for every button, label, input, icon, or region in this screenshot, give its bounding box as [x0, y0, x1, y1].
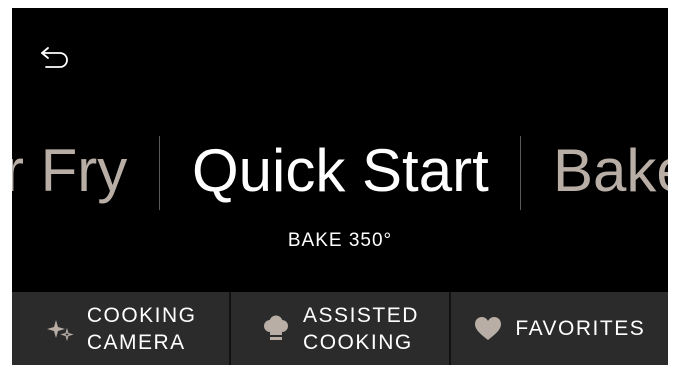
tab-assisted-cooking-label: ASSISTED COOKING	[303, 302, 419, 356]
back-arrow-icon	[41, 47, 68, 68]
tab-assisted-cooking[interactable]: ASSISTED COOKING	[231, 292, 451, 365]
tab-label-line1: ASSISTED	[303, 303, 419, 327]
tab-label-line1: FAVORITES	[515, 317, 646, 340]
mode-next[interactable]: Bake	[553, 136, 668, 206]
tab-favorites-label: FAVORITES	[515, 315, 645, 342]
sparkle-icon	[45, 314, 75, 344]
tab-label-line2: CAMERA	[86, 330, 186, 354]
mode-divider-right	[520, 136, 521, 210]
tab-label-line2: COOKING	[303, 330, 413, 354]
mode-prev[interactable]: r Fry	[12, 136, 127, 206]
mode-current[interactable]: Quick Start	[192, 136, 489, 206]
back-button[interactable]	[36, 44, 72, 70]
mode-subtitle: BAKE 350°	[287, 230, 393, 251]
tab-favorites[interactable]: FAVORITES	[451, 292, 668, 365]
heart-icon	[473, 314, 503, 344]
chef-hat-icon	[261, 314, 291, 344]
cooking-mode-carousel[interactable]: r Fry Quick Start Bake	[12, 126, 668, 226]
tab-cooking-camera[interactable]: COOKING CAMERA	[12, 292, 232, 365]
tab-label-line1: COOKING	[86, 303, 197, 327]
tab-cooking-camera-label: COOKING CAMERA	[87, 302, 197, 356]
oven-screen: r Fry Quick Start Bake BAKE 350° COOKING…	[12, 8, 668, 365]
bottom-tab-bar: COOKING CAMERA ASSISTED COOKING FAVORITE…	[12, 292, 668, 365]
mode-divider-left	[159, 136, 160, 210]
